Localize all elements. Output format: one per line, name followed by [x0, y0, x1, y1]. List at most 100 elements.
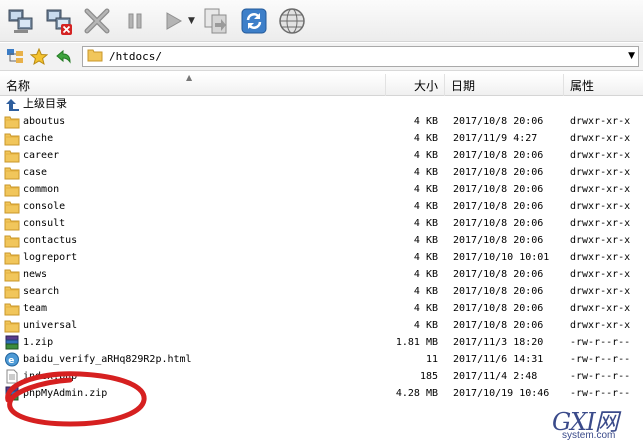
- file-permissions: -rw-r--r--: [570, 388, 631, 399]
- file-row[interactable]: cache 4 KB 2017/11/9 4:27 drwxr-xr-x: [0, 130, 643, 147]
- file-row[interactable]: team 4 KB 2017/10/8 20:06 drwxr-xr-x: [0, 300, 643, 317]
- folder-icon: [4, 216, 20, 231]
- file-date: 2017/11/6 14:31: [453, 354, 544, 365]
- html-file-icon: e: [4, 352, 20, 367]
- address-bar-row: /htdocs/ ▼: [0, 43, 643, 71]
- file-size: 4 KB: [413, 201, 438, 212]
- file-date: 2017/10/8 20:06: [453, 303, 544, 314]
- cancel-icon[interactable]: [80, 4, 114, 38]
- parent-directory-row[interactable]: 上级目录: [0, 96, 643, 113]
- file-size: 4 KB: [413, 150, 438, 161]
- file-row[interactable]: 1.zip 1.81 MB 2017/11/3 18:20 -rw-r--r--: [0, 334, 643, 351]
- file-date: 2017/10/8 20:06: [453, 286, 544, 297]
- folder-icon: [87, 48, 103, 65]
- file-size: 4 KB: [413, 235, 438, 246]
- file-row[interactable]: console 4 KB 2017/10/8 20:06 drwxr-xr-x: [0, 198, 643, 215]
- file-row[interactable]: news 4 KB 2017/10/8 20:06 drwxr-xr-x: [0, 266, 643, 283]
- file-permissions: drwxr-xr-x: [570, 252, 631, 263]
- file-permissions: drwxr-xr-x: [570, 218, 631, 229]
- file-name: aboutus: [23, 116, 66, 127]
- file-size: 4 KB: [413, 252, 438, 263]
- file-name: contactus: [23, 235, 78, 246]
- file-name: baidu_verify_aRHq829R2p.html: [23, 354, 192, 365]
- watermark-sub: system.com: [562, 430, 616, 441]
- column-size-label: 大小: [413, 78, 438, 93]
- sort-ascending-icon: ▲: [186, 73, 193, 82]
- file-size: 4 KB: [413, 167, 438, 178]
- file-permissions: drwxr-xr-x: [570, 286, 631, 297]
- folder-icon: [4, 318, 20, 333]
- chevron-down-icon[interactable]: ▼: [628, 51, 635, 61]
- file-permissions: drwxr-xr-x: [570, 167, 631, 178]
- tree-icon[interactable]: [4, 46, 26, 68]
- column-attr-label: 属性: [570, 78, 595, 93]
- file-row[interactable]: phpMyAdmin.zip 4.28 MB 2017/10/19 10:46 -rw…: [0, 385, 643, 402]
- file-name: case: [23, 167, 48, 178]
- file-date: 2017/10/8 20:06: [453, 116, 544, 127]
- file-row[interactable]: contactus 4 KB 2017/10/8 20:06 drwxr-xr-x: [0, 232, 643, 249]
- back-icon[interactable]: [52, 46, 74, 68]
- file-date: 2017/11/9 4:27: [453, 133, 538, 144]
- file-name: career: [23, 150, 60, 161]
- folder-icon: [4, 114, 20, 129]
- transfer-icon[interactable]: [199, 4, 233, 38]
- chevron-down-icon[interactable]: ▼: [188, 16, 195, 26]
- file-permissions: -rw-r--r--: [570, 354, 631, 365]
- file-date: 2017/10/8 20:06: [453, 320, 544, 331]
- folder-icon: [4, 250, 20, 265]
- column-size[interactable]: 大小: [386, 74, 445, 96]
- column-name-label: 名称: [6, 78, 31, 93]
- file-row[interactable]: universal 4 KB 2017/10/8 20:06 drwxr-xr-x: [0, 317, 643, 334]
- folder-icon: [4, 148, 20, 163]
- file-date: 2017/11/4 2:48: [453, 371, 538, 382]
- column-date-label: 日期: [451, 78, 476, 93]
- file-size: 185: [419, 371, 438, 382]
- file-row[interactable]: case 4 KB 2017/10/8 20:06 drwxr-xr-x: [0, 164, 643, 181]
- file-row[interactable]: consult 4 KB 2017/10/8 20:06 drwxr-xr-x: [0, 215, 643, 232]
- file-permissions: drwxr-xr-x: [570, 235, 631, 246]
- file-date: 2017/11/3 18:20: [453, 337, 544, 348]
- file-row[interactable]: career 4 KB 2017/10/8 20:06 drwxr-xr-x: [0, 147, 643, 164]
- file-row[interactable]: logreport 4 KB 2017/10/10 10:01 drwxr-xr-x: [0, 249, 643, 266]
- file-permissions: drwxr-xr-x: [570, 133, 631, 144]
- disconnect-icon[interactable]: [42, 4, 76, 38]
- folder-icon: [4, 131, 20, 146]
- file-name: news: [23, 269, 48, 280]
- address-field[interactable]: /htdocs/ ▼: [82, 46, 639, 67]
- file-size: 4 KB: [413, 218, 438, 229]
- file-date: 2017/10/8 20:06: [453, 269, 544, 280]
- file-row[interactable]: search 4 KB 2017/10/8 20:06 drwxr-xr-x: [0, 283, 643, 300]
- file-name: phpMyAdmin.zip: [23, 388, 108, 399]
- play-icon[interactable]: [156, 4, 190, 38]
- file-name: search: [23, 286, 60, 297]
- file-name: common: [23, 184, 60, 195]
- file-name: cache: [23, 133, 54, 144]
- address-path: /htdocs/: [109, 50, 162, 63]
- pause-icon[interactable]: [118, 4, 152, 38]
- file-permissions: drwxr-xr-x: [570, 269, 631, 280]
- globe-icon[interactable]: [275, 4, 309, 38]
- file-permissions: -rw-r--r--: [570, 337, 631, 348]
- file-date: 2017/10/19 10:46: [453, 388, 550, 399]
- column-date[interactable]: 日期: [445, 74, 564, 96]
- folder-icon: [4, 233, 20, 248]
- refresh-icon[interactable]: [237, 4, 271, 38]
- file-row[interactable]: e baidu_verify_aRHq829R2p.html 11 2017/11/6…: [0, 351, 643, 368]
- file-row[interactable]: common 4 KB 2017/10/8 20:06 drwxr-xr-x: [0, 181, 643, 198]
- folder-icon: [4, 284, 20, 299]
- file-name: 1.zip: [23, 337, 54, 348]
- file-row[interactable]: index.php 185 2017/11/4 2:48 -rw-r--r--: [0, 368, 643, 385]
- file-name: logreport: [23, 252, 78, 263]
- file-size: 4 KB: [413, 286, 438, 297]
- parent-directory-label: 上级目录: [23, 98, 67, 110]
- file-name: console: [23, 201, 66, 212]
- star-icon[interactable]: [28, 46, 50, 68]
- connect-icon[interactable]: [4, 4, 38, 38]
- column-name[interactable]: 名称 ▲: [0, 73, 386, 96]
- toolbar: ▼: [0, 0, 643, 42]
- column-attr[interactable]: 属性: [564, 74, 643, 96]
- file-size: 4 KB: [413, 269, 438, 280]
- file-row[interactable]: aboutus 4 KB 2017/10/8 20:06 drwxr-xr-x: [0, 113, 643, 130]
- file-date: 2017/10/10 10:01: [453, 252, 550, 263]
- file-date: 2017/10/8 20:06: [453, 184, 544, 195]
